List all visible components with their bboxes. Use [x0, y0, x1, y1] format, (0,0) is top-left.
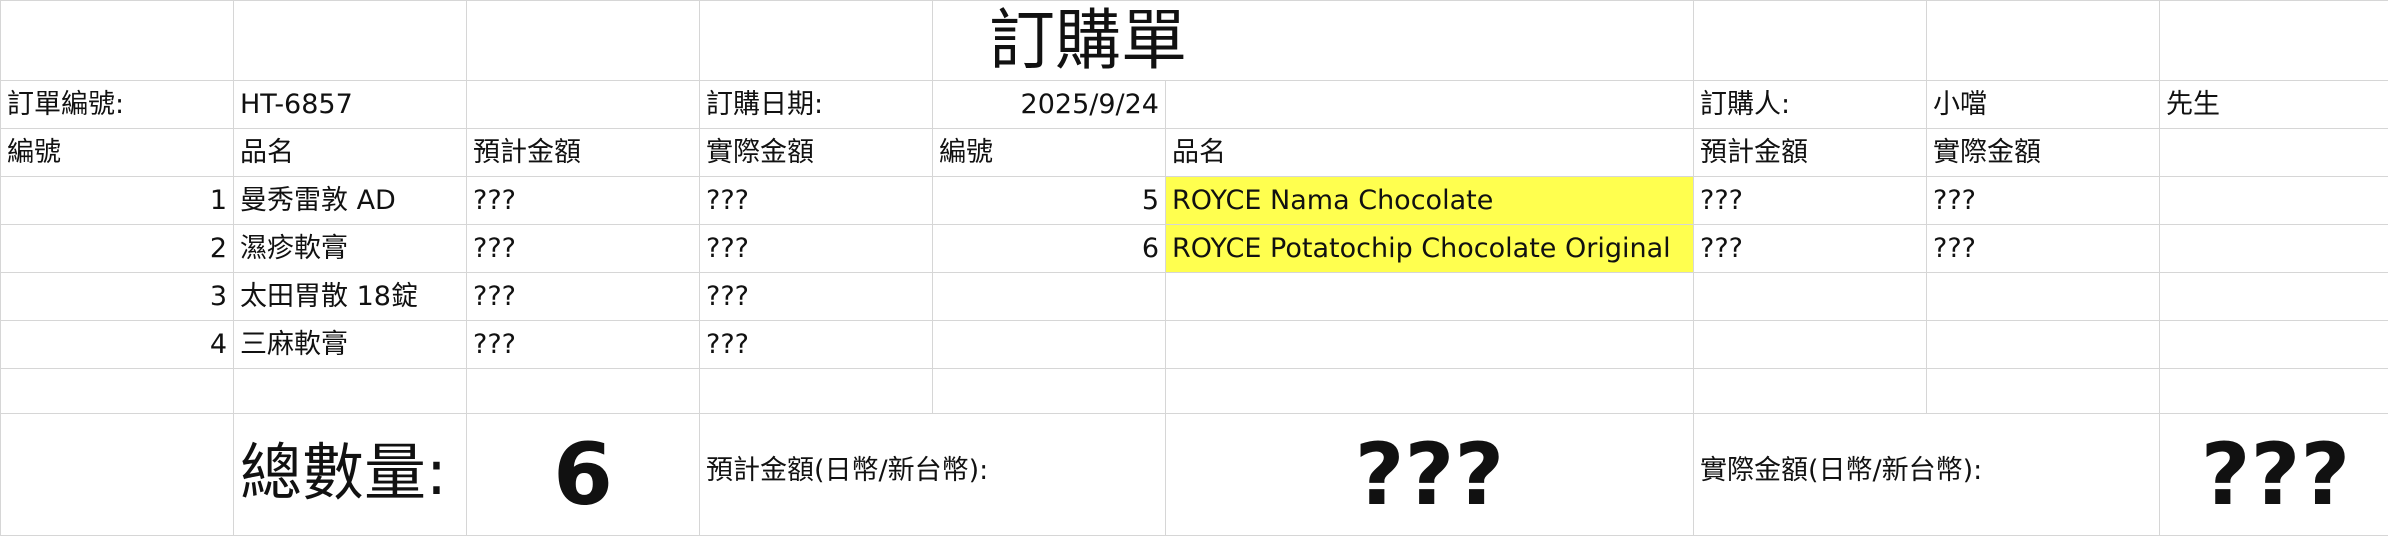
page-title[interactable]: 訂購單	[932, 0, 1694, 81]
cell-g1[interactable]	[1693, 0, 1927, 81]
cell-a1[interactable]	[0, 0, 234, 81]
est-total-label[interactable]: 預計金額(日幣/新台幣):	[699, 413, 1166, 536]
item-act[interactable]: ???	[1926, 176, 2160, 225]
item-no[interactable]: 3	[0, 272, 234, 321]
item-act[interactable]: ???	[699, 176, 933, 225]
col-header-act-right[interactable]: 實際金額	[1926, 128, 2160, 177]
item-est[interactable]: ???	[466, 176, 700, 225]
item-act[interactable]: ???	[699, 272, 933, 321]
item-est[interactable]: ???	[466, 224, 700, 273]
act-total-label[interactable]: 實際金額(日幣/新台幣):	[1693, 413, 2160, 536]
cell-f8[interactable]	[1165, 368, 1694, 414]
cell-c8[interactable]	[466, 368, 700, 414]
cell-i4[interactable]	[2159, 176, 2388, 225]
table-row: 2 濕疹軟膏 ??? ??? 6 ROYCE Potatochip Chocol…	[0, 224, 2388, 273]
cell-h6[interactable]	[1926, 272, 2160, 321]
item-name[interactable]: 三麻軟膏	[233, 320, 467, 369]
cell-a8[interactable]	[0, 368, 234, 414]
cell-e7[interactable]	[932, 320, 1166, 369]
cell-e8[interactable]	[932, 368, 1166, 414]
item-no[interactable]: 6	[932, 224, 1166, 273]
item-act[interactable]: ???	[699, 320, 933, 369]
col-header-est-left[interactable]: 預計金額	[466, 128, 700, 177]
cell-b1[interactable]	[233, 0, 467, 81]
order-date-label[interactable]: 訂購日期:	[699, 80, 933, 129]
cell-i3[interactable]	[2159, 128, 2388, 177]
cell-i5[interactable]	[2159, 224, 2388, 273]
empty-row	[0, 368, 2388, 414]
cell-h7[interactable]	[1926, 320, 2160, 369]
item-no[interactable]: 2	[0, 224, 234, 273]
col-header-no-right[interactable]: 編號	[932, 128, 1166, 177]
cell-c2[interactable]	[466, 80, 700, 129]
item-act[interactable]: ???	[1926, 224, 2160, 273]
cell-i1[interactable]	[2159, 0, 2388, 81]
order-sheet: 訂購單 訂單編號: HT-6857 訂購日期: 2025/9/24 訂購人: 小…	[0, 0, 2388, 538]
cell-g6[interactable]	[1693, 272, 1927, 321]
item-act[interactable]: ???	[699, 224, 933, 273]
col-header-no-left[interactable]: 編號	[0, 128, 234, 177]
item-est[interactable]: ???	[466, 320, 700, 369]
col-header-name-left[interactable]: 品名	[233, 128, 467, 177]
buyer-label[interactable]: 訂購人:	[1693, 80, 1927, 129]
cell-f7[interactable]	[1165, 320, 1694, 369]
cell-h1[interactable]	[1926, 0, 2160, 81]
item-est[interactable]: ???	[1693, 176, 1927, 225]
item-name[interactable]: 濕疹軟膏	[233, 224, 467, 273]
item-no[interactable]: 4	[0, 320, 234, 369]
item-no[interactable]: 5	[932, 176, 1166, 225]
col-header-name-right[interactable]: 品名	[1165, 128, 1694, 177]
cell-f6[interactable]	[1165, 272, 1694, 321]
cell-e6[interactable]	[932, 272, 1166, 321]
cell-h8[interactable]	[1926, 368, 2160, 414]
order-date-value[interactable]: 2025/9/24	[932, 80, 1166, 129]
title-row: 訂購單	[0, 0, 2388, 81]
order-no-label[interactable]: 訂單編號:	[0, 80, 234, 129]
table-row: 4 三麻軟膏 ??? ???	[0, 320, 2388, 369]
col-header-est-right[interactable]: 預計金額	[1693, 128, 1927, 177]
total-qty-label[interactable]: 總數量:	[233, 413, 467, 536]
buyer-name[interactable]: 小噹	[1926, 80, 2160, 129]
est-total-value[interactable]: ???	[1165, 413, 1694, 536]
cell-d1[interactable]	[699, 0, 933, 81]
buyer-title[interactable]: 先生	[2159, 80, 2388, 129]
cell-i7[interactable]	[2159, 320, 2388, 369]
act-total-value[interactable]: ???	[2159, 413, 2388, 536]
cell-b8[interactable]	[233, 368, 467, 414]
header-info-row: 訂單編號: HT-6857 訂購日期: 2025/9/24 訂購人: 小噹 先生	[0, 80, 2388, 129]
cell-a9[interactable]	[0, 413, 234, 536]
item-name[interactable]: 太田胃散 18錠	[233, 272, 467, 321]
order-no-value[interactable]: HT-6857	[233, 80, 467, 129]
cell-i8[interactable]	[2159, 368, 2388, 414]
item-est[interactable]: ???	[466, 272, 700, 321]
summary-row: 總數量: 6 預計金額(日幣/新台幣): ??? 實際金額(日幣/新台幣): ?…	[0, 413, 2388, 536]
cell-f2[interactable]	[1165, 80, 1694, 129]
item-no[interactable]: 1	[0, 176, 234, 225]
cell-d8[interactable]	[699, 368, 933, 414]
item-name[interactable]: 曼秀雷敦 AD	[233, 176, 467, 225]
order-grid: 訂購單 訂單編號: HT-6857 訂購日期: 2025/9/24 訂購人: 小…	[0, 0, 2388, 536]
cell-g7[interactable]	[1693, 320, 1927, 369]
table-row: 3 太田胃散 18錠 ??? ???	[0, 272, 2388, 321]
item-name-highlighted[interactable]: ROYCE Potatochip Chocolate Original	[1165, 224, 1694, 273]
cell-i6[interactable]	[2159, 272, 2388, 321]
total-qty-value[interactable]: 6	[466, 413, 700, 536]
table-row: 1 曼秀雷敦 AD ??? ??? 5 ROYCE Nama Chocolate…	[0, 176, 2388, 225]
item-est[interactable]: ???	[1693, 224, 1927, 273]
item-name-highlighted[interactable]: ROYCE Nama Chocolate	[1165, 176, 1694, 225]
cell-g8[interactable]	[1693, 368, 1927, 414]
col-header-act-left[interactable]: 實際金額	[699, 128, 933, 177]
cell-c1[interactable]	[466, 0, 700, 81]
column-header-row: 編號 品名 預計金額 實際金額 編號 品名 預計金額 實際金額	[0, 128, 2388, 177]
page-title-text: 訂購單	[989, 1, 1187, 79]
